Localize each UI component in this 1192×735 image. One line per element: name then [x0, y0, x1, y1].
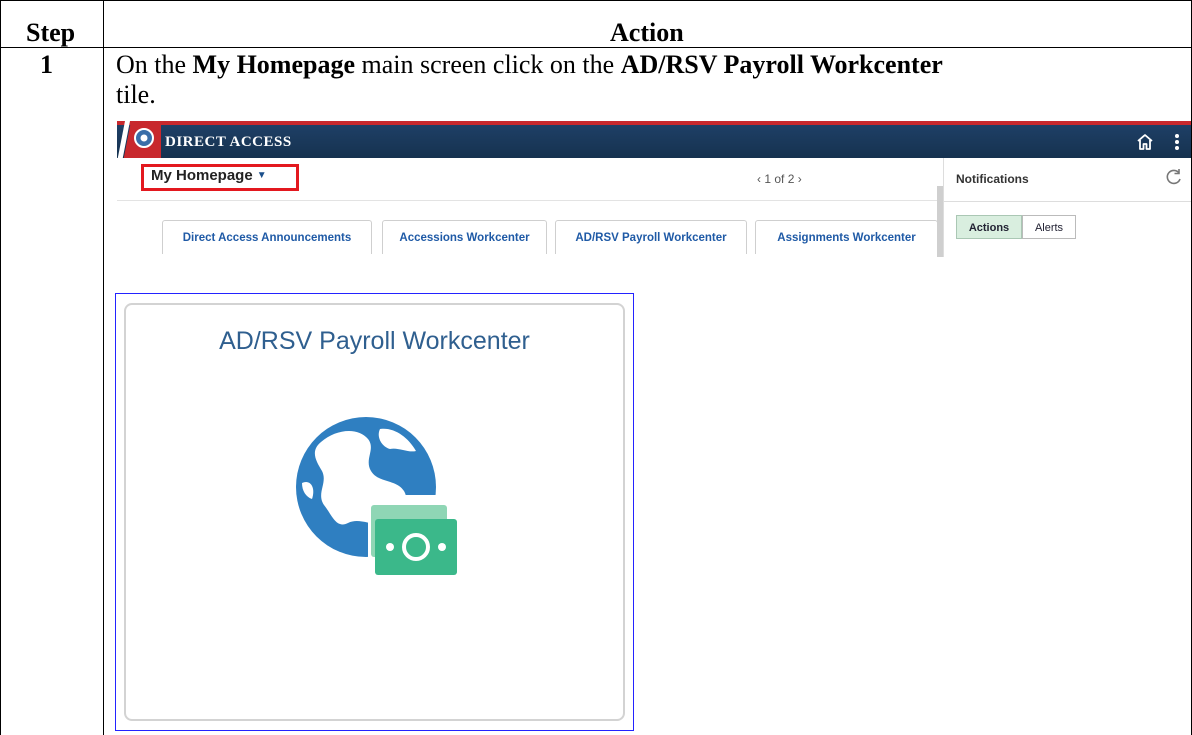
step-instruction: On the My Homepage main screen click on …: [116, 50, 943, 109]
table-border-top: [0, 0, 1192, 1]
table-border-left: [0, 0, 1, 735]
tab-accessions-workcenter[interactable]: Accessions Workcenter: [382, 220, 547, 254]
refresh-icon[interactable]: [1165, 168, 1183, 186]
app-brand: DIRECT ACCESS: [165, 134, 292, 150]
alerts-button[interactable]: Alerts: [1022, 215, 1076, 239]
app-banner: DIRECT ACCESS: [117, 121, 1191, 162]
table-header-divider: [0, 47, 1192, 48]
notifications-panel: Notifications Actions Alerts: [944, 158, 1191, 257]
header-action: Action: [610, 18, 684, 47]
tab-direct-access-announcements[interactable]: Direct Access Announcements: [162, 220, 372, 254]
homepage-screenshot: DIRECT ACCESS My Homepage ▼ ‹ 1 of 2 › Di…: [117, 121, 1191, 257]
caret-down-icon: ▼: [256, 170, 267, 181]
step-number: 1: [40, 50, 53, 79]
tile-screenshot: AD/RSV Payroll Workcenter: [115, 293, 634, 731]
table-column-divider: [103, 0, 104, 735]
chevron-left-icon[interactable]: ‹: [757, 172, 761, 186]
app-content: My Homepage ▼ ‹ 1 of 2 › Direct Access An…: [117, 158, 1191, 257]
chevron-right-icon[interactable]: ›: [798, 172, 802, 186]
coast-guard-logo-icon: [117, 121, 161, 162]
tab-ad-rsv-payroll-workcenter[interactable]: AD/RSV Payroll Workcenter: [555, 220, 747, 254]
main-pane: My Homepage ▼ ‹ 1 of 2 › Direct Access An…: [117, 158, 944, 257]
header-step: Step: [26, 18, 76, 47]
tile-title: AD/RSV Payroll Workcenter: [219, 327, 530, 355]
payroll-workcenter-tile[interactable]: AD/RSV Payroll Workcenter: [124, 303, 625, 721]
home-icon[interactable]: [1135, 132, 1155, 152]
homepage-dropdown[interactable]: My Homepage ▼: [151, 167, 267, 184]
actions-button[interactable]: Actions: [956, 215, 1022, 239]
divider: [117, 200, 943, 201]
divider: [944, 201, 1191, 202]
more-options-icon[interactable]: [1173, 132, 1181, 152]
page-indicator[interactable]: ‹ 1 of 2 ›: [757, 172, 802, 186]
notifications-title: Notifications: [956, 172, 1029, 186]
tab-assignments-workcenter[interactable]: Assignments Workcenter: [755, 220, 938, 254]
globe-money-icon: [296, 417, 457, 575]
scrollbar[interactable]: [937, 186, 943, 257]
